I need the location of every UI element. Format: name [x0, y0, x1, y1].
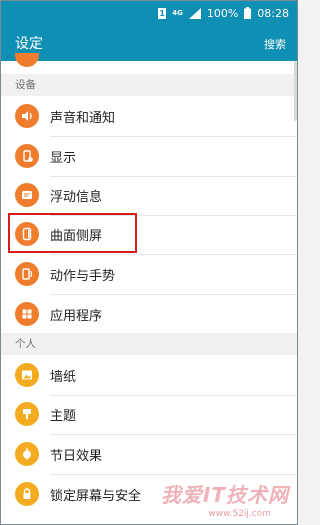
settings-item-sound[interactable]: 声音和通知	[1, 96, 297, 136]
partial-item-icon	[15, 53, 39, 67]
watermark-logo: 我爱IT技术网	[160, 483, 289, 507]
volume-icon	[15, 104, 39, 128]
theme-brush-icon	[15, 402, 39, 426]
apps-grid-icon	[15, 302, 39, 326]
page-title: 设定	[15, 36, 43, 52]
battery-percent: 100%	[206, 6, 239, 20]
settings-item-holiday-effects[interactable]: 节日效果	[1, 434, 297, 474]
status-icons: 1 4G 100% 08:28	[158, 1, 289, 25]
sim-card-icon: 1	[158, 7, 167, 19]
settings-item-themes[interactable]: 主题	[1, 394, 297, 434]
settings-item-label: 动作与手势	[50, 269, 116, 284]
status-bar: 1 4G 100% 08:28	[1, 1, 297, 25]
search-button[interactable]: 搜索	[264, 36, 286, 52]
settings-item-label: 节日效果	[50, 449, 103, 464]
display-icon	[15, 144, 39, 168]
settings-item-wallpaper[interactable]: 墙纸	[1, 355, 297, 395]
lock-icon	[15, 482, 39, 506]
settings-item-motion[interactable]: 动作与手势	[1, 254, 297, 294]
section-header-personal: 个人	[1, 333, 297, 355]
settings-list[interactable]: 设备 声音和通知 显示 浮动信息 曲面侧屏 动作与手势 应用程序 个人 墙纸 主…	[1, 53, 297, 524]
wallpaper-icon	[15, 363, 39, 387]
settings-item-label: 墙纸	[50, 370, 77, 385]
battery-icon	[244, 7, 252, 19]
settings-item-label: 锁定屏幕与安全	[50, 489, 142, 504]
motion-gesture-icon	[15, 262, 39, 286]
app-bar: 设定 搜索	[1, 25, 297, 61]
lantern-icon	[15, 442, 39, 466]
settings-item-applications[interactable]: 应用程序	[1, 294, 297, 334]
settings-screen: 1 4G 100% 08:28 设定 搜索 设备 声音和通知 显示 浮动信息 曲…	[0, 0, 298, 525]
settings-item-display[interactable]: 显示	[1, 136, 297, 176]
settings-item-label: 主题	[50, 409, 77, 424]
settings-item-label: 声音和通知	[50, 111, 116, 126]
watermark-url: www.52ij.com	[208, 509, 271, 519]
scrollbar[interactable]	[294, 61, 297, 121]
section-header-device: 设备	[1, 74, 297, 96]
signal-strength-icon	[188, 7, 201, 19]
settings-item-label: 浮动信息	[50, 190, 103, 205]
settings-item-floating-notifications[interactable]: 浮动信息	[1, 175, 297, 215]
floating-message-icon	[15, 183, 39, 207]
clock: 08:28	[257, 6, 289, 20]
highlight-box	[8, 213, 137, 253]
network-type-label: 4G	[172, 9, 183, 17]
settings-item-label: 显示	[50, 151, 77, 166]
settings-item-label: 应用程序	[50, 309, 103, 324]
